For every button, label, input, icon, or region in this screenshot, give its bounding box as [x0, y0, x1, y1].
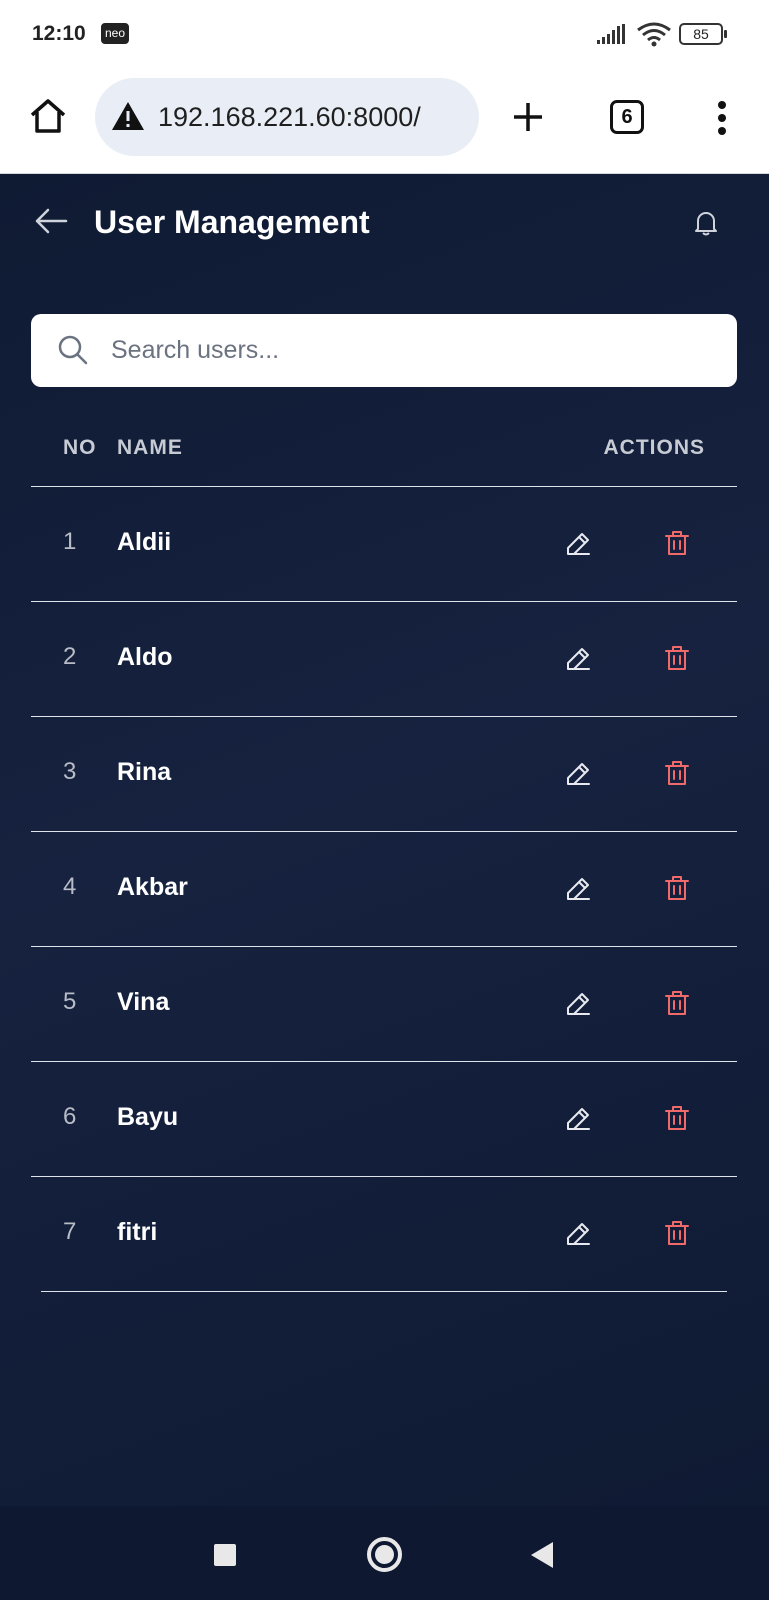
column-header-name: NAME — [117, 436, 183, 459]
trash-icon[interactable] — [662, 1103, 692, 1133]
trash-icon[interactable] — [662, 1218, 692, 1248]
trash-icon[interactable] — [662, 643, 692, 673]
row-number: 4 — [63, 873, 77, 900]
battery-level: 85 — [693, 26, 709, 42]
arrow-left-icon[interactable] — [34, 207, 68, 235]
bell-icon[interactable] — [694, 210, 718, 236]
user-name: Rina — [117, 758, 172, 786]
row-number: 2 — [63, 643, 77, 670]
status-bar: 12:10 neo 85 — [0, 0, 769, 68]
row-number: 5 — [63, 988, 77, 1015]
app-header: User Management — [0, 174, 769, 274]
status-time: 12:10 — [32, 22, 86, 45]
table-header: NO NAME ACTIONS — [31, 412, 737, 487]
wifi-icon — [637, 22, 671, 47]
warning-icon[interactable] — [111, 101, 145, 131]
back-nav-icon[interactable] — [531, 1542, 553, 1568]
user-name: Bayu — [117, 1103, 179, 1131]
row-number: 7 — [63, 1218, 77, 1245]
trash-icon[interactable] — [662, 528, 692, 558]
user-name: Akbar — [117, 873, 188, 901]
edit-icon[interactable] — [563, 1219, 593, 1249]
row-number: 6 — [63, 1103, 77, 1130]
battery-icon: 85 — [679, 23, 727, 45]
more-vert-icon[interactable] — [716, 100, 728, 136]
row-number: 1 — [63, 528, 77, 555]
user-name: Aldii — [117, 528, 172, 556]
tab-count: 6 — [621, 106, 633, 128]
address-bar[interactable]: 192.168.221.60:8000/ — [95, 78, 479, 156]
row-number: 3 — [63, 758, 77, 785]
browser-toolbar: 192.168.221.60:8000/ 6 — [0, 68, 769, 174]
edit-icon[interactable] — [563, 1104, 593, 1134]
table-row: 5 Vina — [31, 947, 737, 1062]
column-header-actions: ACTIONS — [603, 436, 705, 459]
table-row: 1 Aldii — [31, 487, 737, 602]
url-text[interactable]: 192.168.221.60:8000/ — [158, 102, 421, 133]
edit-icon[interactable] — [563, 529, 593, 559]
system-nav-bar — [0, 1506, 769, 1600]
home-nav-icon[interactable] — [367, 1537, 402, 1572]
table-row: 4 Akbar — [31, 832, 737, 947]
user-name: Vina — [117, 988, 170, 1016]
app-screen: User Management NO NAME ACTIONS 1 Aldii … — [0, 174, 769, 1506]
status-badge: neo — [101, 23, 130, 44]
trash-icon[interactable] — [662, 873, 692, 903]
signal-icon — [597, 24, 625, 44]
trash-icon[interactable] — [662, 988, 692, 1018]
edit-icon[interactable] — [563, 874, 593, 904]
page-title: User Management — [94, 204, 370, 240]
edit-icon[interactable] — [563, 759, 593, 789]
trash-icon[interactable] — [662, 758, 692, 788]
search-input[interactable] — [111, 326, 711, 374]
table-row: 3 Rina — [31, 717, 737, 832]
table-row: 2 Aldo — [31, 602, 737, 717]
user-name: fitri — [117, 1218, 158, 1246]
user-name: Aldo — [117, 643, 173, 671]
edit-icon[interactable] — [563, 644, 593, 674]
home-icon[interactable] — [27, 95, 69, 137]
column-header-no: NO — [63, 436, 97, 459]
edit-icon[interactable] — [563, 989, 593, 1019]
table-row: 6 Bayu — [31, 1062, 737, 1177]
search-bar — [31, 314, 737, 387]
table-row: 7 fitri — [41, 1177, 727, 1292]
search-icon — [58, 335, 88, 365]
recents-icon[interactable] — [214, 1544, 236, 1566]
plus-icon[interactable] — [511, 100, 545, 134]
tab-switcher-button[interactable]: 6 — [610, 100, 644, 134]
users-table: NO NAME ACTIONS 1 Aldii 2 Aldo 3 Rina 4 … — [31, 412, 737, 1292]
